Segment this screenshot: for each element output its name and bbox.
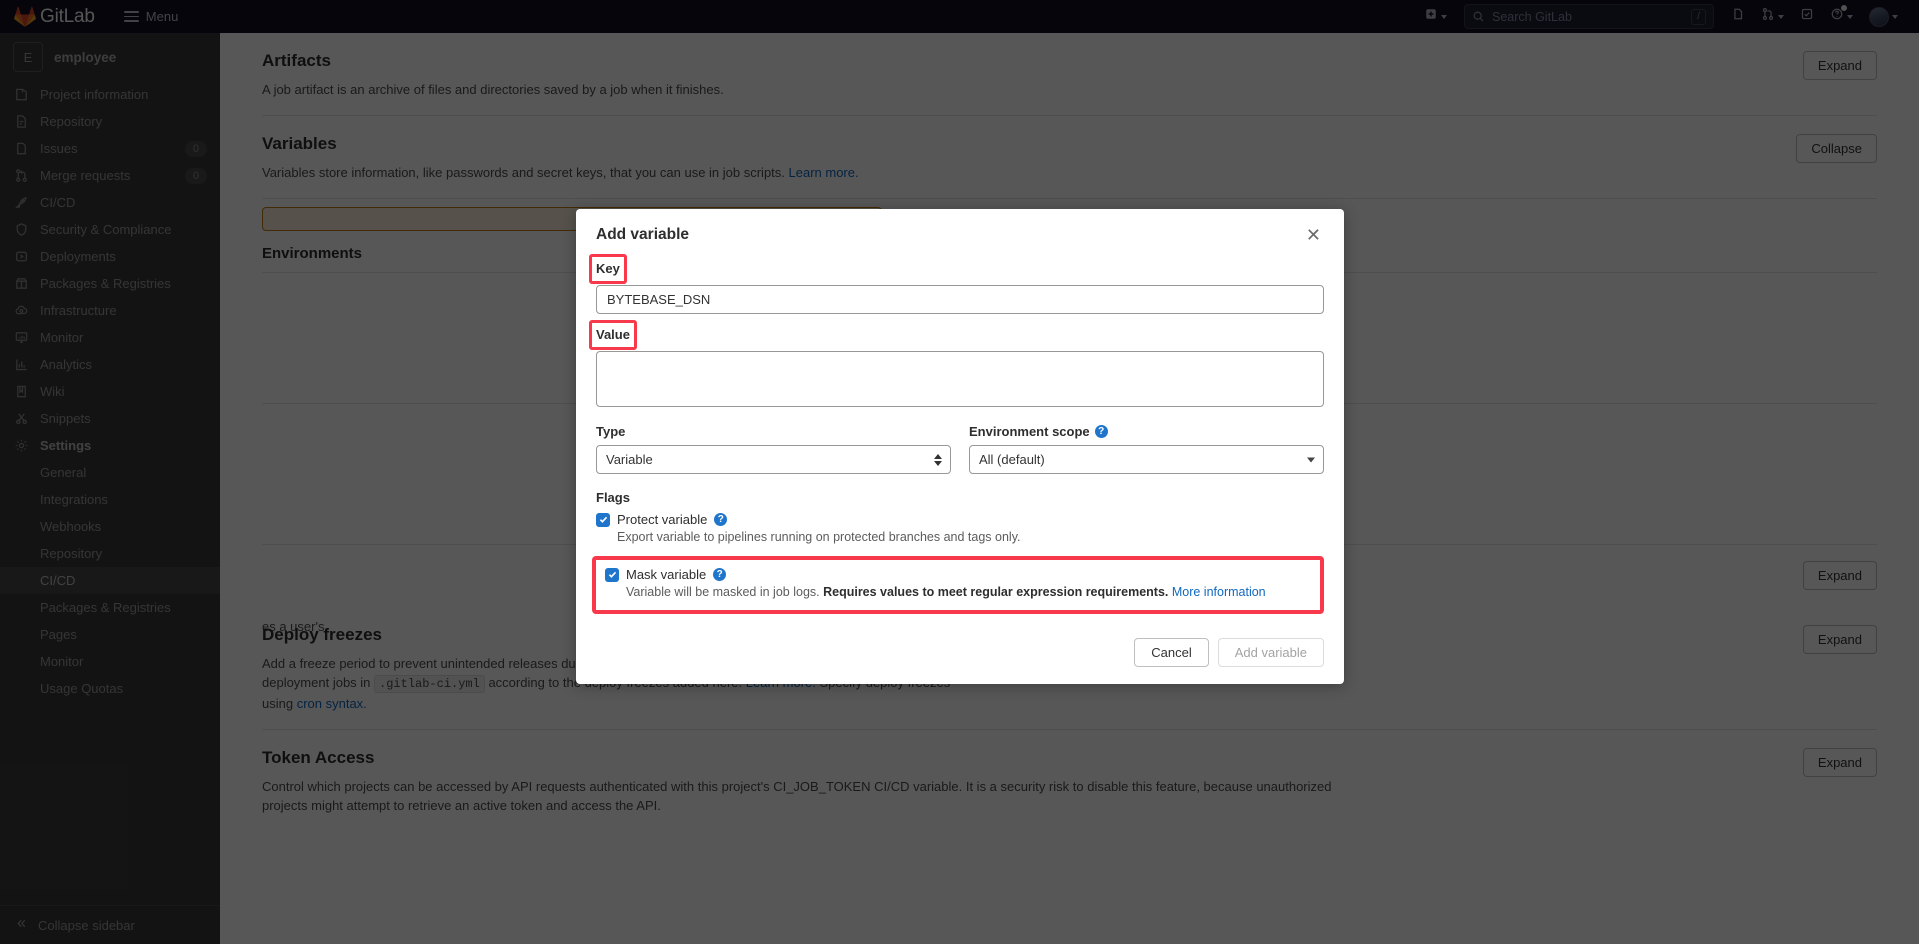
value-textarea[interactable]	[596, 351, 1324, 407]
type-and-scope-row: Type Variable Environment scope ? All (d…	[596, 424, 1324, 474]
protect-variable-label: Protect variable	[617, 512, 708, 527]
modal-body: Key Value Type Variable	[576, 248, 1344, 624]
protect-variable-flag: Protect variable ? Export variable to pi…	[596, 512, 1324, 546]
close-icon[interactable]: ✕	[1303, 226, 1324, 244]
protect-variable-checkbox[interactable]	[596, 512, 610, 527]
add-variable-submit-button[interactable]: Add variable	[1217, 638, 1324, 667]
key-label-annotation: Key	[589, 254, 627, 284]
mask-variable-checkbox[interactable]	[605, 567, 619, 582]
mask-variable-annotation: Mask variable ? Variable will be masked …	[592, 556, 1324, 614]
mask-desc-text: Variable will be masked in job logs.	[626, 585, 824, 599]
modal-title: Add variable	[596, 226, 690, 243]
protect-variable-description: Export variable to pipelines running on …	[617, 530, 1021, 544]
question-circle-icon[interactable]: ?	[713, 568, 727, 581]
environment-scope-label: Environment scope	[969, 424, 1090, 439]
key-label: Key	[596, 261, 620, 276]
mask-variable-label: Mask variable	[626, 567, 707, 582]
question-circle-icon[interactable]: ?	[714, 513, 728, 526]
type-field: Type Variable	[596, 424, 951, 474]
cancel-button[interactable]: Cancel	[1134, 638, 1209, 667]
environment-scope-label-row: Environment scope ?	[969, 424, 1324, 439]
mask-variable-flag: Mask variable ? Variable will be masked …	[605, 567, 1311, 601]
environment-scope-field: Environment scope ? All (default)	[969, 424, 1324, 474]
question-circle-icon[interactable]: ?	[1094, 425, 1108, 438]
key-input[interactable]	[596, 285, 1324, 314]
mask-more-information-link[interactable]: More information	[1168, 585, 1266, 599]
mask-variable-description: Variable will be masked in job logs. Req…	[626, 584, 1266, 601]
type-label: Type	[596, 424, 626, 439]
environment-scope-select[interactable]: All (default)	[969, 445, 1324, 474]
modal-footer: Cancel Add variable	[576, 624, 1344, 684]
mask-desc-bold: Requires values to meet regular expressi…	[823, 585, 1169, 599]
value-label: Value	[596, 327, 630, 342]
add-variable-modal: Add variable ✕ Key Value Type Variable	[576, 209, 1344, 684]
type-select[interactable]: Variable	[596, 445, 951, 474]
modal-header: Add variable ✕	[576, 209, 1344, 248]
value-label-annotation: Value	[589, 320, 637, 350]
flags-heading: Flags	[596, 490, 630, 505]
